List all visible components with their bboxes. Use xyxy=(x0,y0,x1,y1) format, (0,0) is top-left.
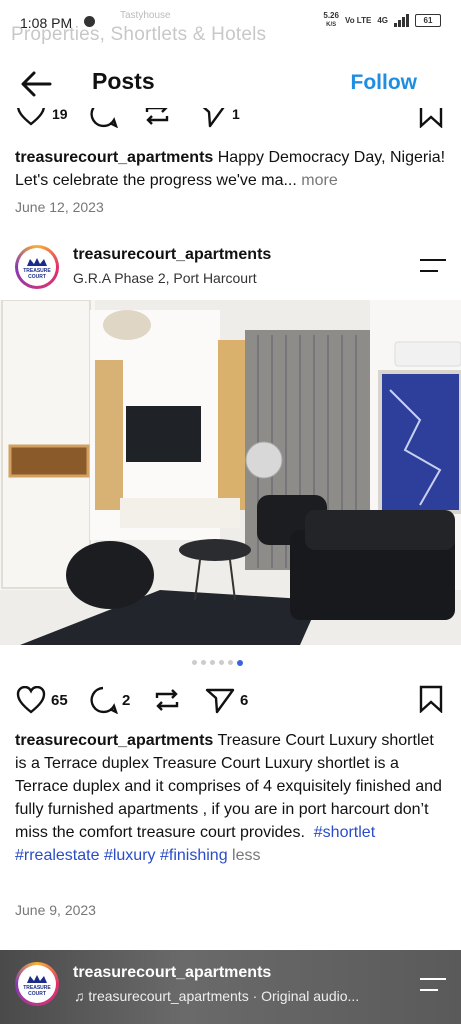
bookmark-icon[interactable] xyxy=(418,108,444,128)
post-username[interactable]: treasurecourt_apartments xyxy=(73,246,271,264)
like-count[interactable]: 65 xyxy=(51,692,68,709)
avatar[interactable]: TREASURE COURT xyxy=(15,245,59,289)
repost-icon[interactable] xyxy=(142,108,172,128)
prev-post-actions: 19 1 xyxy=(0,108,461,130)
carousel-dot-active xyxy=(237,660,243,666)
crown-logo-icon xyxy=(27,975,47,983)
post-caption: treasurecourt_apartments Treasure Court … xyxy=(15,729,447,867)
comment-icon[interactable] xyxy=(88,108,118,128)
follow-button[interactable]: Follow xyxy=(351,71,418,95)
post-date: June 9, 2023 xyxy=(15,902,96,918)
repost-icon[interactable] xyxy=(152,686,182,714)
hashtag-finishing[interactable]: #finishing xyxy=(160,847,228,864)
status-bar: 1:08 PM Tastyhouse Properties, Shortlets… xyxy=(0,0,461,45)
share-count[interactable]: 6 xyxy=(240,692,248,709)
hashtag-shortlet[interactable]: #shortlet xyxy=(314,824,375,841)
share-icon[interactable] xyxy=(198,108,228,128)
avatar-logo-text: TREASURE COURT xyxy=(23,268,51,280)
signal-icon xyxy=(394,14,409,27)
network-speed: 5.26 xyxy=(323,11,339,20)
carousel-dot xyxy=(201,660,206,665)
carousel-dot xyxy=(210,660,215,665)
post-image[interactable] xyxy=(0,300,461,645)
prev-share-count: 1 xyxy=(232,108,240,122)
app-name: Tastyhouse xyxy=(120,10,171,21)
battery-icon: 61 xyxy=(415,14,441,27)
next-post-header: TREASURE COURT treasurecourt_apartments … xyxy=(0,950,461,1024)
avatar-logo-text: TREASURE COURT xyxy=(23,985,51,997)
music-note-icon: ♫ xyxy=(74,988,85,1004)
prev-post-caption: treasurecourt_apartments Happy Democracy… xyxy=(15,146,447,192)
page-title: Posts xyxy=(92,68,155,94)
overlay-text: Properties, Shortlets & Hotels xyxy=(11,24,267,45)
carousel-dot xyxy=(219,660,224,665)
volte-label: Vo LTE xyxy=(344,16,372,25)
carousel-dot xyxy=(192,660,197,665)
next-post-avatar[interactable]: TREASURE COURT xyxy=(15,962,59,1006)
comment-count[interactable]: 2 xyxy=(122,692,130,709)
living-room-image xyxy=(0,300,461,645)
prev-post-username[interactable]: treasurecourt_apartments xyxy=(15,149,213,166)
crown-logo-icon xyxy=(27,258,47,266)
next-post-audio[interactable]: ♫ treasurecourt_apartments · Original au… xyxy=(74,988,359,1004)
carousel-dot xyxy=(228,660,233,665)
options-menu-icon[interactable] xyxy=(420,978,446,994)
caption-username[interactable]: treasurecourt_apartments xyxy=(15,732,213,749)
carousel-indicator xyxy=(192,660,243,666)
less-link[interactable]: less xyxy=(232,847,260,864)
prev-post-date: June 12, 2023 xyxy=(15,199,104,215)
hashtag-luxury[interactable]: #luxury xyxy=(104,847,156,864)
more-link[interactable]: more xyxy=(301,172,337,189)
post-actions: 65 2 6 xyxy=(0,684,461,718)
comment-icon[interactable] xyxy=(88,686,118,714)
next-post-username[interactable]: treasurecourt_apartments xyxy=(73,964,271,982)
options-menu-icon[interactable] xyxy=(420,259,446,275)
top-bar: Posts Follow xyxy=(0,56,461,112)
heart-icon[interactable] xyxy=(16,686,46,714)
post-location[interactable]: G.R.A Phase 2, Port Harcourt xyxy=(73,270,257,286)
signal-label: 4G xyxy=(377,16,388,25)
speed-unit: K/S xyxy=(326,22,337,28)
share-icon[interactable] xyxy=(205,686,235,714)
hashtag-rrealestate[interactable]: #rrealestate xyxy=(15,847,100,864)
status-indicators: 5.26 K/S Vo LTE 4G 61 xyxy=(323,12,441,29)
bookmark-icon[interactable] xyxy=(418,685,444,713)
audio-label: treasurecourt_apartments · Original audi… xyxy=(88,988,360,1004)
back-arrow-icon[interactable] xyxy=(20,70,52,98)
heart-icon[interactable] xyxy=(16,108,46,126)
prev-like-count: 19 xyxy=(52,108,68,122)
